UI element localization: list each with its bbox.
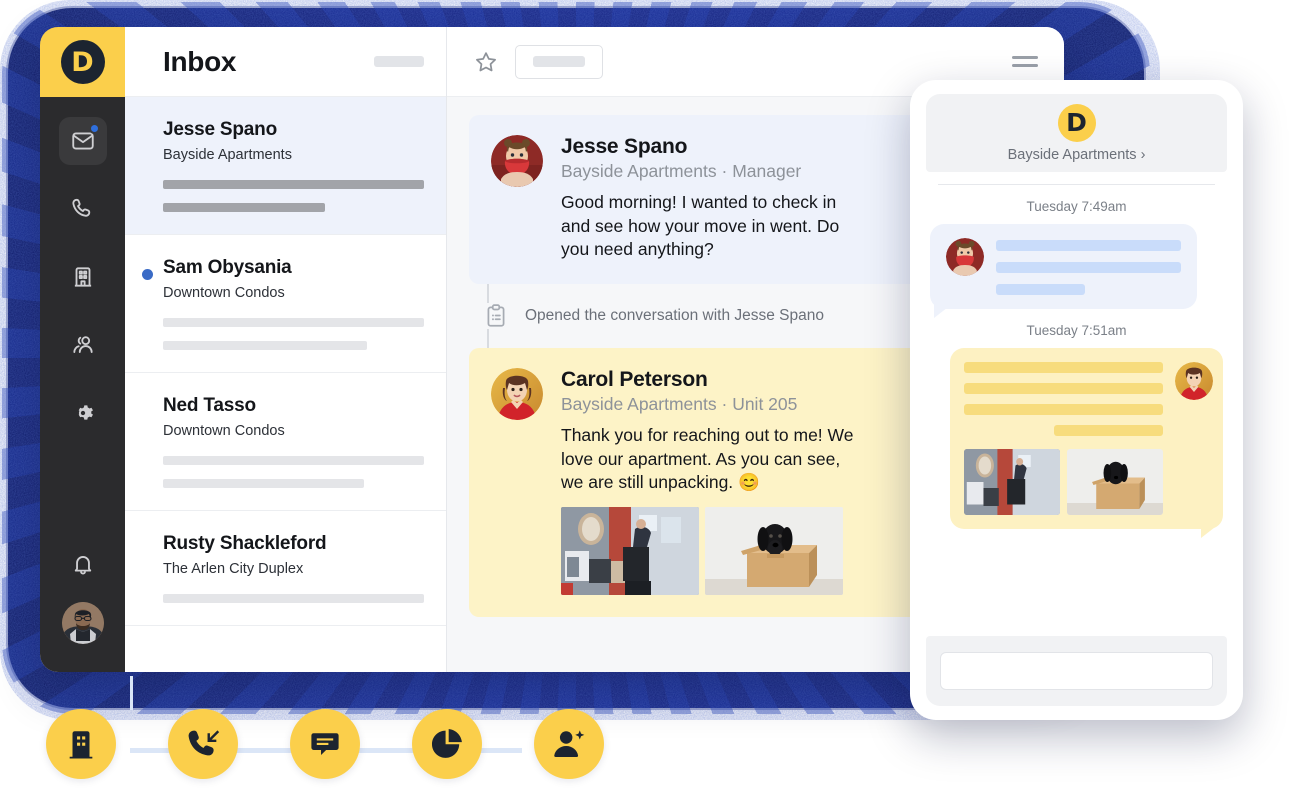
message-sender: Jesse Spano <box>561 135 688 158</box>
attachment-thumbnail[interactable] <box>1067 449 1163 515</box>
mobile-message-outgoing <box>950 348 1223 529</box>
timestamp: Tuesday 7:49am <box>1026 199 1127 214</box>
inbox-header-placeholder <box>374 56 424 67</box>
message-meta: Bayside Apartments · Manager <box>561 161 802 181</box>
conversation-name: Rusty Shackleford <box>163 533 327 554</box>
mobile-org-link[interactable]: Bayside Apartments › <box>1008 147 1146 163</box>
list-item[interactable]: Ned Tasso Downtown Condos <box>125 373 446 511</box>
dog-in-box-photo <box>705 506 843 595</box>
avatar[interactable] <box>61 602 104 644</box>
jesse-spano-avatar <box>946 238 984 276</box>
chat-bubble-icon <box>311 733 339 756</box>
clipboard-icon-wrap <box>483 302 509 329</box>
clipboard-icon <box>487 304 505 327</box>
event-text: Opened the conversation with Jesse Spano <box>525 306 824 324</box>
feature-pill-add-contact[interactable] <box>534 709 604 779</box>
feature-icon-row <box>46 676 606 789</box>
list-item[interactable]: Rusty Shackleford The Arlen City Duplex <box>125 511 446 626</box>
conversation-preview-placeholder <box>163 594 424 603</box>
attachment-thumbnail[interactable] <box>964 449 1060 515</box>
conversation-preview-placeholder <box>163 456 424 488</box>
avatar[interactable] <box>491 135 543 187</box>
mobile-message-placeholder <box>996 238 1181 295</box>
incoming-call-icon <box>188 730 220 756</box>
hamburger-menu-icon-bar <box>1012 64 1038 67</box>
conversation-property: Downtown Condos <box>163 423 285 439</box>
conversation-preview-placeholder <box>163 318 424 350</box>
dog-in-box-photo <box>1067 449 1163 515</box>
thread-action-placeholder <box>533 56 585 67</box>
mobile-thread: Tuesday 7:49am Tuesday 7:51am <box>924 185 1229 636</box>
feature-pill-messages[interactable] <box>290 709 360 779</box>
page-title: Inbox <box>163 45 237 77</box>
timestamp: Tuesday 7:51am <box>1026 323 1127 338</box>
unread-indicator <box>142 269 153 280</box>
conversation-name: Sam Obysania <box>163 257 292 278</box>
phone-icon <box>71 198 90 217</box>
inbox-header: Inbox <box>125 27 446 97</box>
mobile-header: D Bayside Apartments › <box>926 94 1227 172</box>
app-sidebar: D <box>40 27 125 672</box>
attachment-thumbnail[interactable] <box>705 506 843 595</box>
conversation-preview-placeholder <box>163 180 424 212</box>
add-person-icon <box>554 730 585 758</box>
conversation-property: Downtown Condos <box>163 285 285 301</box>
mobile-composer <box>926 636 1227 706</box>
building-icon <box>69 731 93 759</box>
attachment-thumbnail[interactable] <box>561 506 699 595</box>
message-attachments <box>561 506 861 595</box>
pie-chart-icon <box>431 728 462 758</box>
mobile-attachments <box>964 449 1163 515</box>
avatar[interactable] <box>491 367 543 420</box>
conversation-property: Bayside Apartments <box>163 147 292 163</box>
inbox-unread-badge <box>88 123 100 134</box>
carol-peterson-avatar <box>491 367 543 420</box>
message-meta: Bayside Apartments · Unit 205 <box>561 393 798 414</box>
mobile-preview-panel: D Bayside Apartments › Tuesday 7:49am Tu… <box>910 80 1243 720</box>
bell-icon <box>74 556 91 575</box>
app-logo[interactable]: D <box>40 27 125 97</box>
sidebar-item-calls[interactable] <box>59 185 107 233</box>
feature-pill-building[interactable] <box>46 709 116 779</box>
feature-pill-analytics[interactable] <box>412 709 482 779</box>
mobile-logo-mark: D <box>1057 103 1096 142</box>
hamburger-menu-icon <box>1012 56 1038 59</box>
message-body: Good morning! I wanted to check in and s… <box>561 192 840 260</box>
conversation-name: Jesse Spano <box>163 119 277 140</box>
favorite-button[interactable] <box>473 49 499 75</box>
people-icon <box>72 336 93 353</box>
sidebar-item-settings[interactable] <box>59 389 107 437</box>
avatar[interactable] <box>946 238 984 276</box>
carol-peterson-avatar <box>1175 362 1213 400</box>
logo-mark: D <box>60 40 105 84</box>
sidebar-item-residents[interactable] <box>59 321 107 369</box>
mobile-message-incoming <box>930 224 1197 309</box>
message-sender: Carol Peterson <box>561 367 708 391</box>
sidebar-item-properties[interactable] <box>59 253 107 301</box>
pill-connector-stem <box>130 676 133 710</box>
mobile-message-placeholder <box>964 362 1163 515</box>
message-input[interactable] <box>940 652 1213 690</box>
moving-boxes-photo <box>964 449 1060 515</box>
hamburger-menu-button[interactable] <box>1012 56 1038 67</box>
conversation-name: Ned Tasso <box>163 395 256 416</box>
feature-pill-incoming-call[interactable] <box>168 709 238 779</box>
gear-icon <box>78 405 93 420</box>
sidebar-item-notifications[interactable] <box>59 540 107 588</box>
message-body: Thank you for reaching out to me! We lov… <box>561 424 854 493</box>
avatar[interactable] <box>1175 362 1213 400</box>
building-icon <box>74 267 91 287</box>
moving-boxes-photo <box>561 506 699 595</box>
sidebar-item-inbox[interactable] <box>58 117 107 165</box>
conversation-property: The Arlen City Duplex <box>163 561 304 577</box>
star-icon <box>476 51 496 71</box>
list-item[interactable]: Sam Obysania Downtown Condos <box>125 235 446 373</box>
jesse-spano-avatar <box>491 135 543 187</box>
user-avatar <box>61 602 104 644</box>
thread-action-button[interactable] <box>515 44 603 79</box>
list-item[interactable]: Jesse Spano Bayside Apartments <box>125 97 446 235</box>
conversation-list-panel: Inbox Jesse Spano Bayside Apartments Sam… <box>125 27 447 672</box>
